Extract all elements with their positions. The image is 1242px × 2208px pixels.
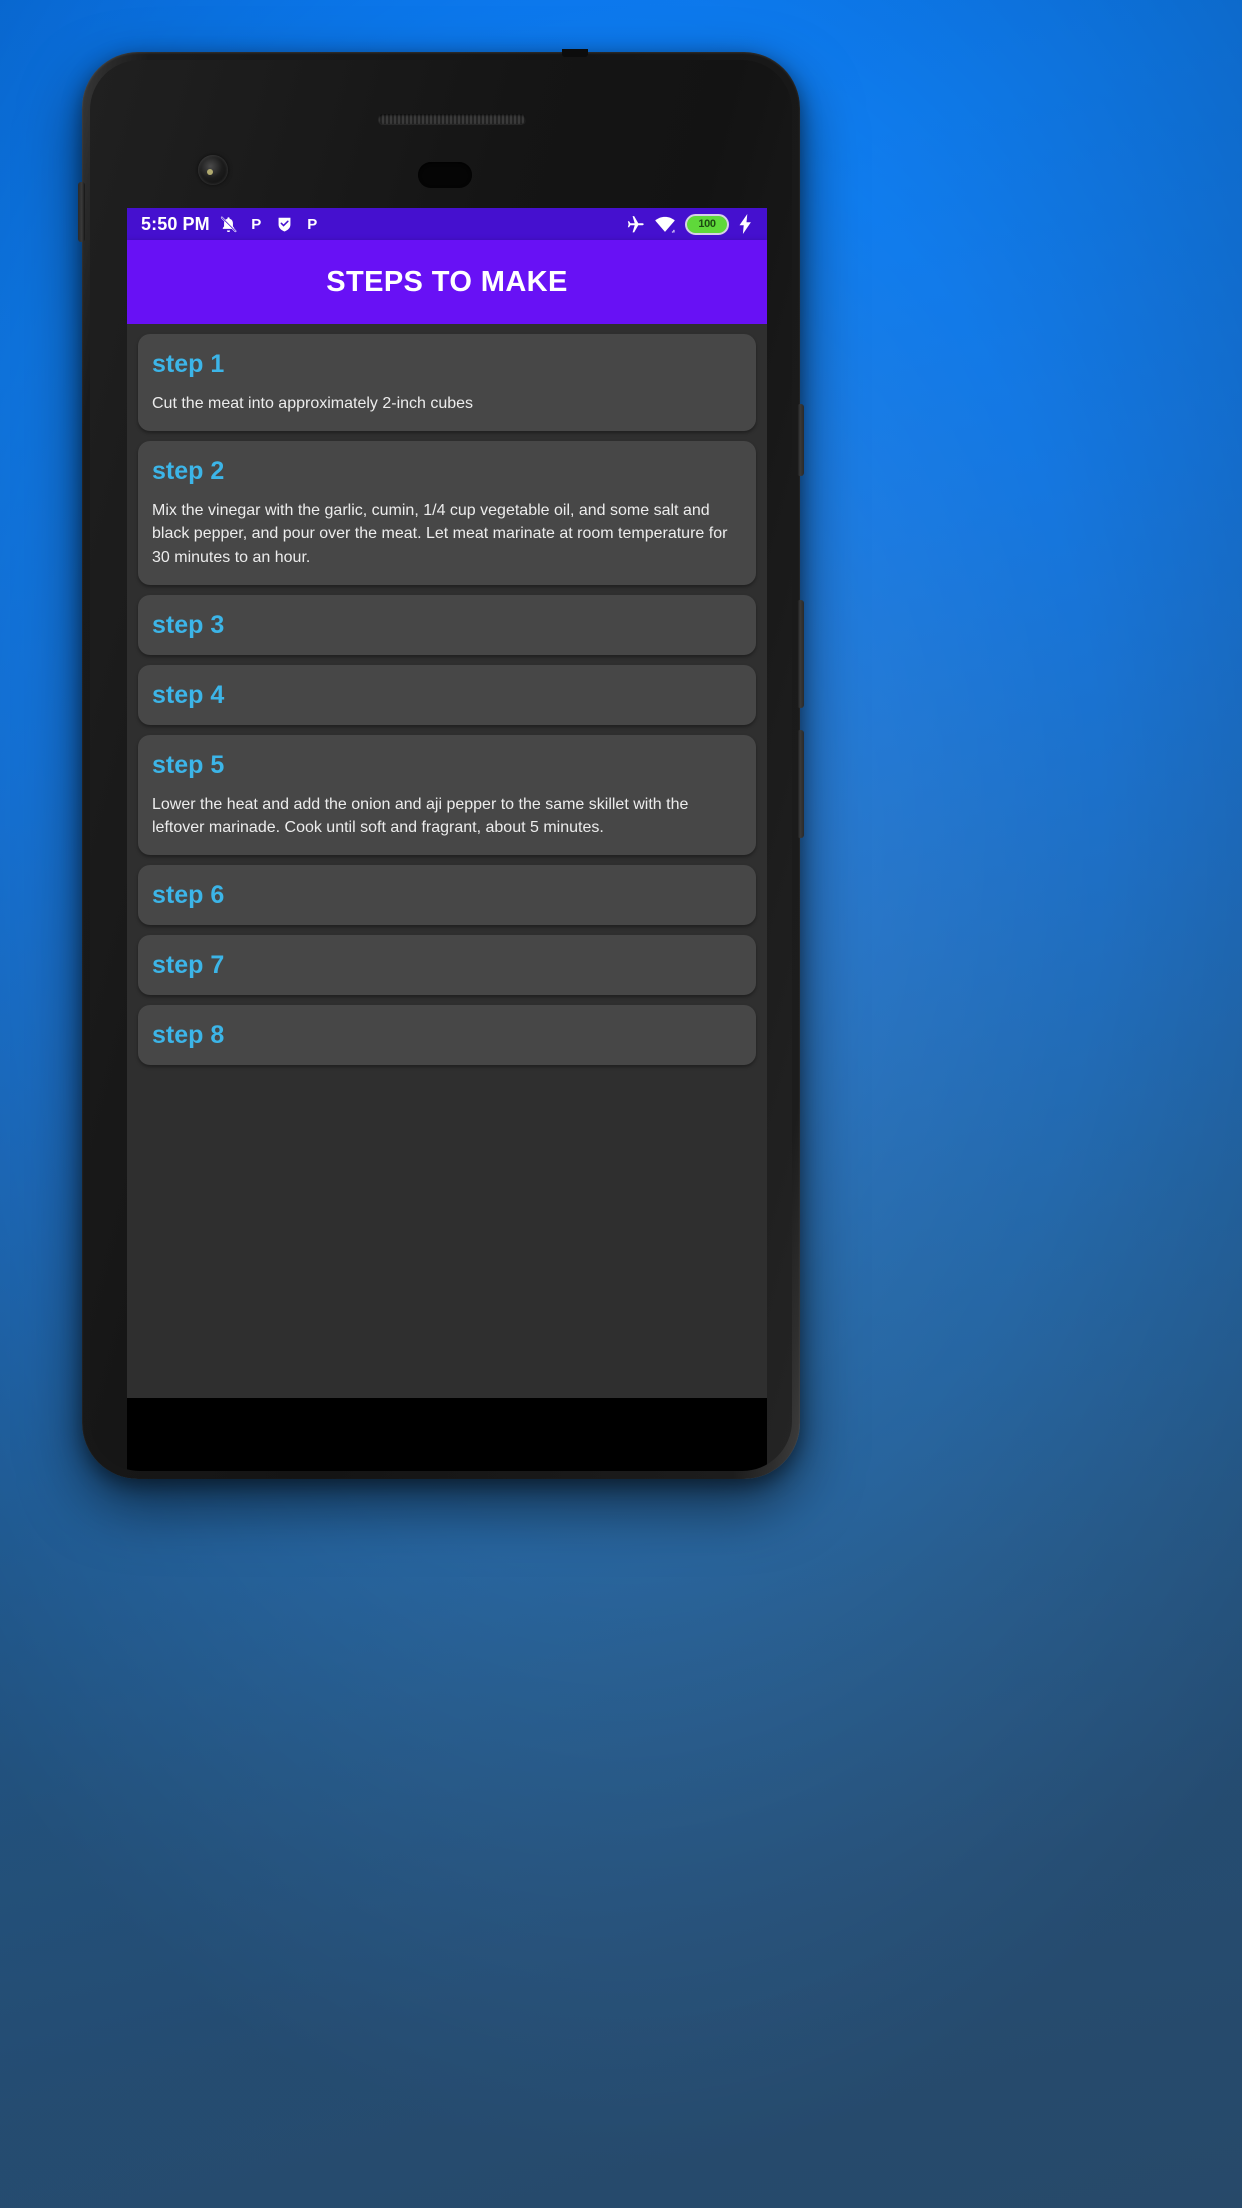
- step-title: step 3: [152, 610, 225, 639]
- step-card[interactable]: step 4: [138, 664, 756, 725]
- step-title: step 7: [152, 951, 225, 980]
- step-body: Lower the heat and add the onion and aji…: [152, 795, 689, 836]
- phone-bezel: 5:50 PM P P 100 STEPS TO MAKE step 1 Cut…: [90, 60, 792, 1471]
- step-card[interactable]: step 5 Lower the heat and add the onion …: [138, 734, 756, 856]
- app-badge-p-2: P: [307, 215, 318, 233]
- step-card[interactable]: step 2 Mix the vinegar with the garlic, …: [138, 441, 756, 585]
- step-title: step 2: [152, 457, 225, 486]
- charging-bolt-icon: [738, 214, 753, 234]
- step-card[interactable]: step 6: [138, 865, 756, 926]
- step-title: step 5: [152, 750, 225, 779]
- step-title: step 6: [152, 881, 225, 910]
- status-bar-right-group: 100: [624, 213, 753, 235]
- front-camera-icon: [198, 155, 228, 185]
- step-card[interactable]: step 1 Cut the meat into approximately 2…: [138, 334, 756, 432]
- earpiece-speaker-icon: [378, 114, 526, 124]
- airplane-mode-icon: [624, 214, 645, 235]
- app-badge-p-1: P: [251, 215, 262, 233]
- step-card[interactable]: step 3: [138, 594, 756, 655]
- notifications-muted-icon: [219, 215, 238, 234]
- status-bar-clock: 5:50 PM: [141, 213, 210, 234]
- screen-bottom-bezel: [127, 1398, 767, 1471]
- volume-up-button[interactable]: [797, 600, 804, 708]
- volume-down-button[interactable]: [797, 730, 804, 838]
- step-body: Mix the vinegar with the garlic, cumin, …: [152, 502, 728, 566]
- step-body: Cut the meat into approximately 2-inch c…: [152, 395, 474, 412]
- step-card[interactable]: step 7: [138, 935, 756, 996]
- step-card[interactable]: step 8: [138, 1005, 756, 1066]
- steps-list[interactable]: step 1 Cut the meat into approximately 2…: [127, 324, 767, 1398]
- phone-device: 5:50 PM P P 100 STEPS TO MAKE step 1 Cut…: [78, 49, 804, 1479]
- page-title: STEPS TO MAKE: [326, 265, 568, 298]
- step-title: step 4: [152, 680, 225, 709]
- phone-screen: 5:50 PM P P 100 STEPS TO MAKE step 1 Cut…: [127, 208, 767, 1398]
- app-badge-shield: [275, 215, 294, 234]
- step-title: step 8: [152, 1021, 225, 1050]
- battery-indicator: 100: [685, 213, 729, 235]
- status-bar: 5:50 PM P P 100: [127, 208, 767, 240]
- step-title: step 1: [152, 350, 225, 378]
- status-bar-left-group: 5:50 PM P P: [141, 214, 322, 235]
- top-antenna-nub: [562, 49, 588, 57]
- proximity-sensor-icon: [418, 162, 472, 188]
- app-bar: STEPS TO MAKE: [127, 240, 767, 324]
- battery-level-text: 100: [698, 218, 716, 230]
- wifi-icon: [654, 214, 676, 234]
- left-side-button[interactable]: [78, 182, 85, 242]
- power-button[interactable]: [797, 404, 804, 476]
